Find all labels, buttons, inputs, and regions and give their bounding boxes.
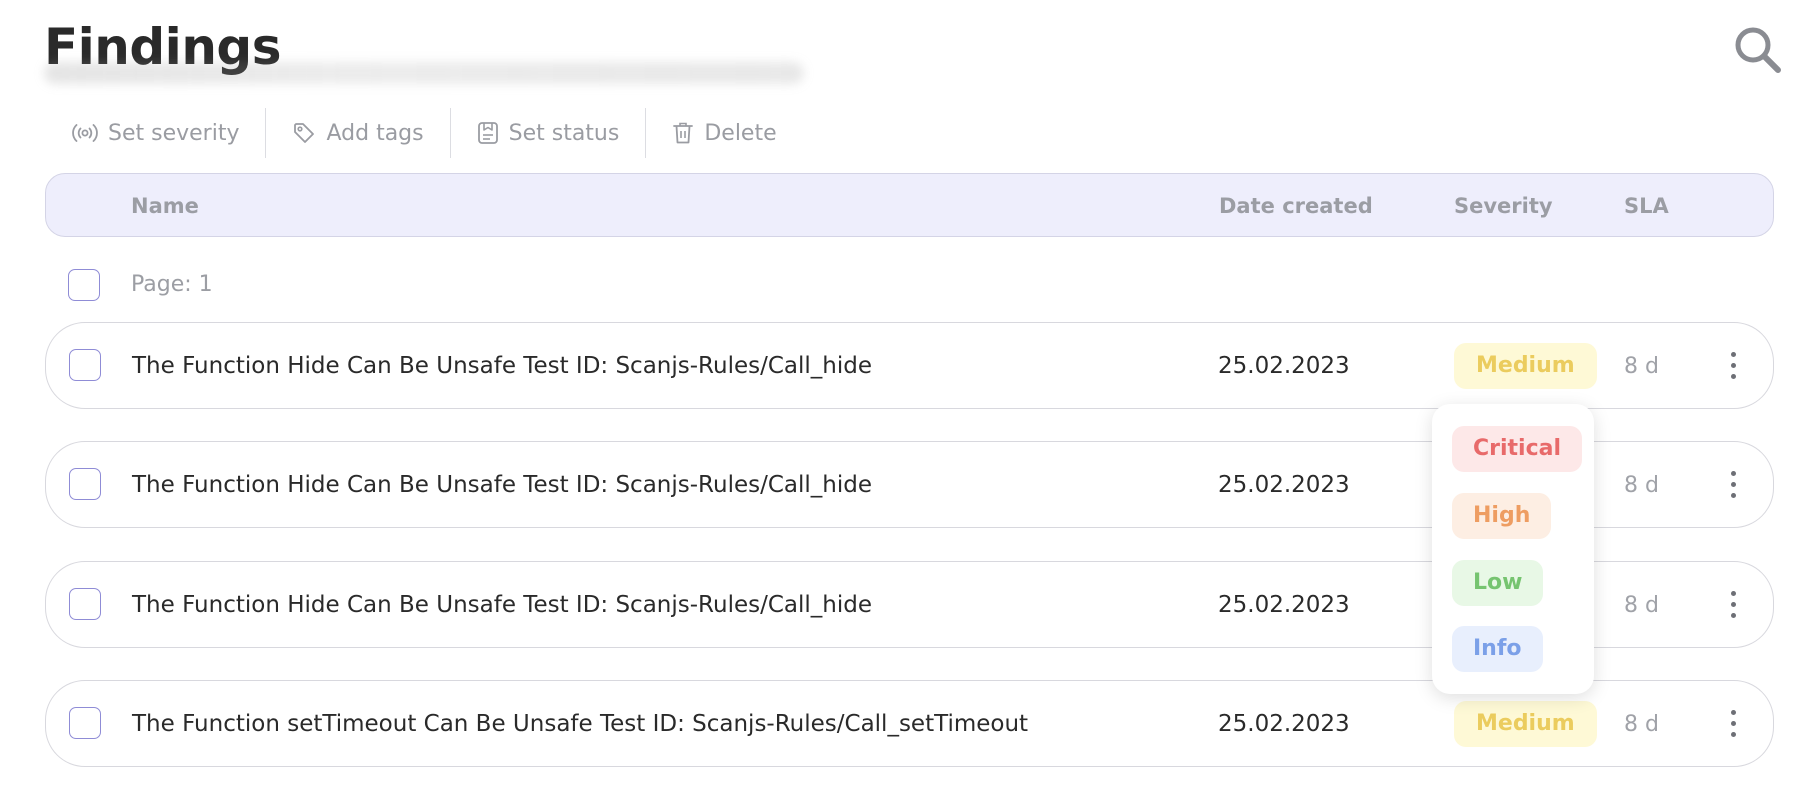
date-created: 25.02.2023 [1218, 711, 1350, 737]
kebab-menu-icon[interactable] [1723, 587, 1743, 623]
select-page-checkbox[interactable] [68, 269, 100, 301]
date-created: 25.02.2023 [1218, 472, 1350, 498]
delete-button[interactable]: Delete [646, 108, 802, 158]
date-created: 25.02.2023 [1218, 353, 1350, 379]
kebab-menu-icon[interactable] [1723, 348, 1743, 384]
severity-option-critical[interactable]: Critical [1452, 426, 1583, 472]
severity-option-info[interactable]: Info [1452, 626, 1543, 672]
column-header-date-created[interactable]: Date created [1219, 194, 1373, 218]
broadcast-icon [72, 124, 98, 142]
column-header-name[interactable]: Name [131, 194, 199, 218]
set-severity-label: Set severity [108, 120, 240, 146]
set-severity-button[interactable]: Set severity [44, 108, 265, 158]
set-status-button[interactable]: Set status [451, 108, 646, 158]
sla-value: 8 d [1624, 712, 1659, 737]
kebab-menu-icon[interactable] [1723, 706, 1743, 742]
search-icon [1735, 27, 1781, 73]
sla-value: 8 d [1624, 593, 1659, 618]
set-status-label: Set status [508, 120, 620, 146]
sla-value: 8 d [1624, 473, 1659, 498]
severity-option-high[interactable]: High [1452, 493, 1552, 539]
bulk-actions-toolbar: Set severity Add tags Set status Delete [44, 108, 803, 158]
column-header-severity[interactable]: Severity [1454, 194, 1553, 218]
tag-icon [294, 123, 315, 143]
column-header-sla[interactable]: SLA [1624, 194, 1669, 218]
table-row[interactable]: The Function Hide Can Be Unsafe Test ID:… [45, 322, 1774, 409]
finding-name[interactable]: The Function Hide Can Be Unsafe Test ID:… [132, 592, 872, 618]
finding-name[interactable]: The Function Hide Can Be Unsafe Test ID:… [132, 353, 872, 379]
row-checkbox[interactable] [69, 707, 101, 739]
severity-badge[interactable]: Medium [1454, 343, 1597, 389]
finding-name[interactable]: The Function Hide Can Be Unsafe Test ID:… [132, 472, 872, 498]
row-checkbox[interactable] [69, 468, 101, 500]
search-button[interactable] [1732, 24, 1784, 76]
severity-dropdown: Critical High Low Info [1432, 404, 1594, 694]
row-checkbox[interactable] [69, 588, 101, 620]
add-tags-button[interactable]: Add tags [266, 108, 449, 158]
trash-icon [673, 122, 694, 144]
delete-label: Delete [704, 120, 777, 146]
finding-name[interactable]: The Function setTimeout Can Be Unsafe Te… [132, 711, 1028, 737]
row-checkbox[interactable] [69, 349, 101, 381]
page-group-header: Page: 1 [45, 262, 1774, 308]
kebab-menu-icon[interactable] [1723, 467, 1743, 503]
status-icon [477, 122, 498, 144]
sla-value: 8 d [1624, 354, 1659, 379]
page-label: Page: 1 [131, 272, 213, 297]
severity-badge[interactable]: Medium [1454, 701, 1597, 747]
table-header: Name Date created Severity SLA [45, 173, 1774, 237]
date-created: 25.02.2023 [1218, 592, 1350, 618]
blurred-subtitle [44, 62, 804, 84]
add-tags-label: Add tags [326, 120, 424, 146]
severity-option-low[interactable]: Low [1452, 560, 1544, 606]
